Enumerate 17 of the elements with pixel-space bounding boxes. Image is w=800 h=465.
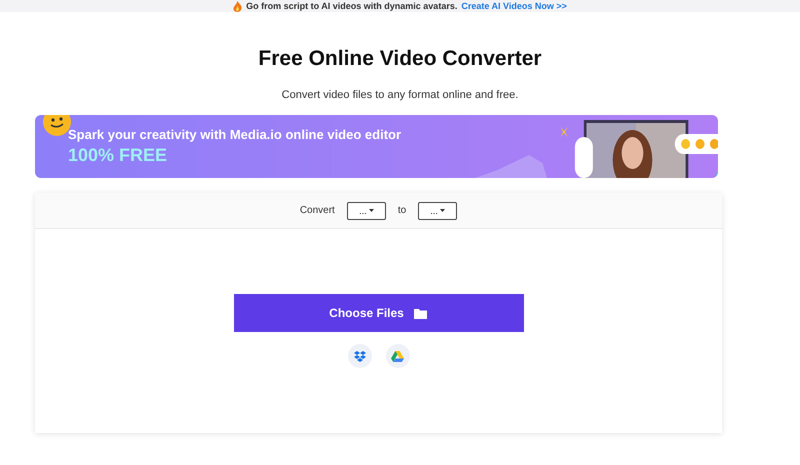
caret-icon: [368, 209, 374, 212]
banner-tagline: 100% FREE: [68, 145, 168, 166]
google-drive-icon[interactable]: [386, 344, 410, 368]
dropbox-icon[interactable]: [348, 344, 372, 368]
folder-icon: [414, 308, 428, 318]
source-format-dropdown[interactable]: ...: [346, 202, 386, 220]
to-label: to: [398, 205, 406, 216]
page-subtitle: Convert video files to any format online and free.: [280, 89, 520, 101]
promo-link[interactable]: Create AI Videos Now >>: [461, 1, 567, 11]
banner-headline: Spark your creativity with Media.io online video editor: [68, 127, 402, 142]
page-title: Free Online Video Converter: [257, 47, 543, 71]
promo-text: Go from script to AI videos with dynamic avatars.: [246, 1, 458, 11]
caret-icon: [440, 209, 445, 212]
choose-files-button[interactable]: Choose Files: [234, 294, 524, 332]
convert-label: Convert: [300, 205, 335, 216]
flame-icon: [233, 0, 242, 12]
target-format-dropdown[interactable]: ...: [418, 202, 458, 220]
